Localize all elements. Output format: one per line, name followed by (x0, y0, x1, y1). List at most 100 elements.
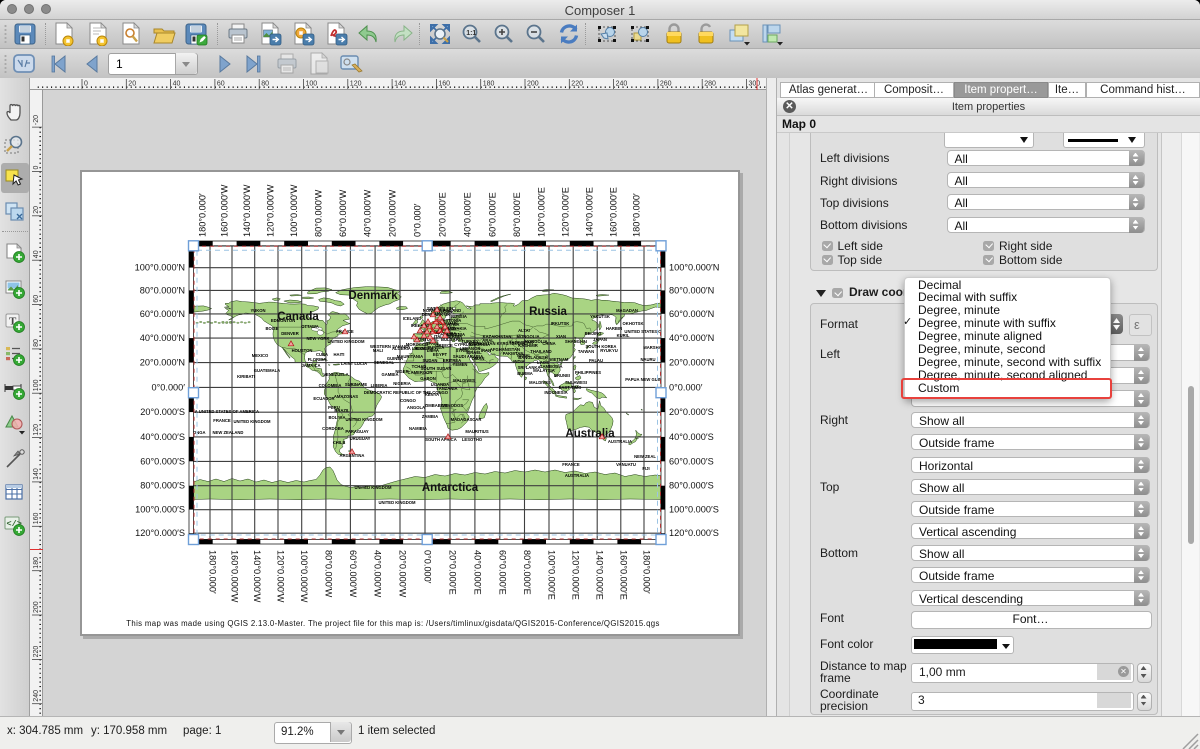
svg-text:URUGUAY: URUGUAY (350, 436, 371, 441)
svg-text:100°0.000′N: 100°0.000′N (669, 263, 719, 273)
svg-text:SOUTH AFRICA: SOUTH AFRICA (425, 437, 456, 442)
svg-text:JAPAN: JAPAN (593, 337, 607, 342)
svg-text:ZAMBIA: ZAMBIA (422, 414, 438, 419)
svg-text:40°0.000′N: 40°0.000′N (140, 333, 185, 343)
svg-text:GUATEMALA: GUATEMALA (254, 368, 280, 373)
svg-text:280: 280 (704, 81, 716, 88)
svg-text:180°0.000′: 180°0.000′ (198, 193, 208, 237)
svg-text:80°0.000′S: 80°0.000′S (669, 481, 714, 491)
svg-text:XIAN: XIAN (556, 334, 566, 339)
svg-text:60°0.000′E: 60°0.000′E (487, 192, 497, 237)
svg-text:SHANGHAI: SHANGHAI (565, 339, 587, 344)
svg-text:0°0.000′: 0°0.000′ (413, 203, 423, 237)
svg-text:Australia: Australia (565, 428, 615, 440)
svg-text:SAUDI ARABIA: SAUDI ARABIA (453, 354, 483, 359)
svg-text:Canada: Canada (277, 311, 319, 323)
svg-text:120°0.000′E: 120°0.000′E (571, 550, 581, 600)
svg-text:SURINAME: SURINAME (345, 382, 368, 387)
svg-text:ALTAI: ALTAI (518, 328, 530, 333)
svg-text:100°0.000′S: 100°0.000′S (669, 505, 719, 515)
svg-text:NAURU: NAURU (640, 357, 655, 362)
svg-text:HARBIN: HARBIN (606, 326, 622, 331)
svg-text:VENEZUELA: VENEZUELA (323, 372, 348, 377)
svg-text:180: 180 (33, 557, 40, 569)
svg-text:80°0.000′W: 80°0.000′W (323, 550, 333, 598)
svg-text:MONGOLIA: MONGOLIA (516, 334, 539, 339)
svg-text:0°0.000′: 0°0.000′ (152, 382, 186, 392)
svg-text:SULAWESI: SULAWESI (565, 380, 587, 385)
svg-text:100°0.000′E: 100°0.000′E (547, 550, 557, 600)
svg-text:0: 0 (33, 166, 40, 170)
svg-text:TANZANIA: TANZANIA (436, 386, 457, 391)
svg-text:60°0.000′W: 60°0.000′W (348, 550, 358, 598)
svg-text:40°0.000′S: 40°0.000′S (669, 432, 714, 442)
svg-text:120°0.000′W: 120°0.000′W (266, 184, 276, 237)
svg-text:140°0.000′W: 140°0.000′W (242, 184, 252, 237)
svg-text:Denmark: Denmark (348, 290, 398, 302)
svg-text:20°0.000′W: 20°0.000′W (388, 189, 398, 237)
svg-text:Antarctica: Antarctica (422, 482, 479, 494)
svg-text:CAMEROON: CAMEROON (408, 370, 433, 375)
svg-text:HOUSTON: HOUSTON (292, 348, 313, 353)
svg-text:20°0.000′S: 20°0.000′S (669, 407, 714, 417)
svg-text:20°0.000′N: 20°0.000′N (140, 358, 185, 368)
svg-text:180°0.000′: 180°0.000′ (208, 550, 218, 594)
svg-text:LAINT LUCIA: LAINT LUCIA (341, 361, 367, 366)
svg-text:0°0.000′: 0°0.000′ (423, 550, 433, 584)
svg-text:-20: -20 (33, 115, 40, 125)
svg-text:ZIMBABWE: ZIMBABWE (424, 403, 447, 408)
svg-text:UNITED KINGDOM: UNITED KINGDOM (355, 485, 393, 490)
svg-text:TUNISIA: TUNISIA (428, 345, 445, 350)
svg-text:160°0.000′E: 160°0.000′E (618, 550, 628, 600)
svg-text:120°0.000′E: 120°0.000′E (561, 187, 571, 237)
svg-text:40: 40 (33, 250, 40, 258)
svg-text:FRANCE: FRANCE (213, 418, 231, 423)
svg-text:120: 120 (33, 424, 40, 436)
svg-text:160: 160 (33, 513, 40, 525)
svg-text:TAIWAN: TAIWAN (578, 349, 594, 354)
svg-text:VANUATU: VANUATU (616, 462, 636, 467)
svg-text:DENVER: DENVER (281, 331, 298, 336)
svg-text:AMAZONAS: AMAZONAS (334, 394, 358, 399)
svg-text:220: 220 (33, 646, 40, 658)
svg-text:PHILIPPINES: PHILIPPINES (575, 370, 601, 375)
svg-text:100°0.000′N: 100°0.000′N (135, 263, 185, 273)
svg-text:PARAGUAY: PARAGUAY (345, 429, 368, 434)
svg-text:MAURITIUS: MAURITIUS (465, 429, 488, 434)
svg-text:20°0.000′E: 20°0.000′E (438, 192, 448, 237)
svg-text:GABON: GABON (420, 376, 436, 381)
svg-text:40°0.000′S: 40°0.000′S (140, 432, 185, 442)
svg-text:PAPUA NEW GUINE: PAPUA NEW GUINE (625, 377, 665, 382)
svg-text:YUKON: YUKON (250, 308, 265, 313)
svg-text:RYUKYU: RYUKYU (600, 348, 618, 353)
svg-text:160°0.000′W: 160°0.000′W (220, 184, 230, 237)
svg-text:NEW YORK: NEW YORK (307, 336, 330, 341)
svg-text:PALAU: PALAU (589, 358, 603, 363)
svg-text:YEMEN: YEMEN (453, 362, 468, 367)
svg-text:AMOA UNITED STATES OF AMERICA: AMOA UNITED STATES OF AMERICA (185, 409, 259, 414)
svg-text:VIETNAM: VIETNAM (550, 357, 569, 362)
svg-text:20: 20 (128, 81, 136, 88)
svg-text:BRAZIL: BRAZIL (334, 408, 350, 413)
svg-text:UNITED KINGDOM: UNITED KINGDOM (379, 500, 417, 505)
svg-text:IRKUTSK: IRKUTSK (551, 321, 570, 326)
svg-text:1:1: 1:1 (466, 30, 476, 37)
svg-text:140°0.000′E: 140°0.000′E (585, 187, 595, 237)
svg-text:BOLIVIA: BOLIVIA (329, 415, 346, 420)
svg-text:OTTAWA: OTTAWA (301, 324, 319, 329)
svg-text:OKHOTSK: OKHOTSK (623, 321, 644, 326)
svg-text:ANGOLA: ANGOLA (407, 405, 425, 410)
svg-text:KENYA: KENYA (425, 392, 439, 397)
svg-text:140: 140 (394, 81, 406, 88)
svg-text:80°0.000′E: 80°0.000′E (522, 550, 532, 595)
svg-text:100: 100 (33, 379, 40, 391)
svg-text:60°0.000′S: 60°0.000′S (669, 456, 714, 466)
svg-text:140°0.000′W: 140°0.000′W (252, 550, 262, 603)
svg-text:0°0.000′: 0°0.000′ (669, 382, 703, 392)
svg-text:60°0.000′N: 60°0.000′N (140, 309, 185, 319)
svg-text:ICELAND: ICELAND (403, 316, 422, 321)
svg-text:180: 180 (483, 81, 495, 88)
svg-text:TCHAD: TCHAD (412, 364, 427, 369)
svg-text:Russia: Russia (529, 306, 567, 318)
svg-text:MADAGASCAR: MADAGASCAR (451, 417, 482, 422)
